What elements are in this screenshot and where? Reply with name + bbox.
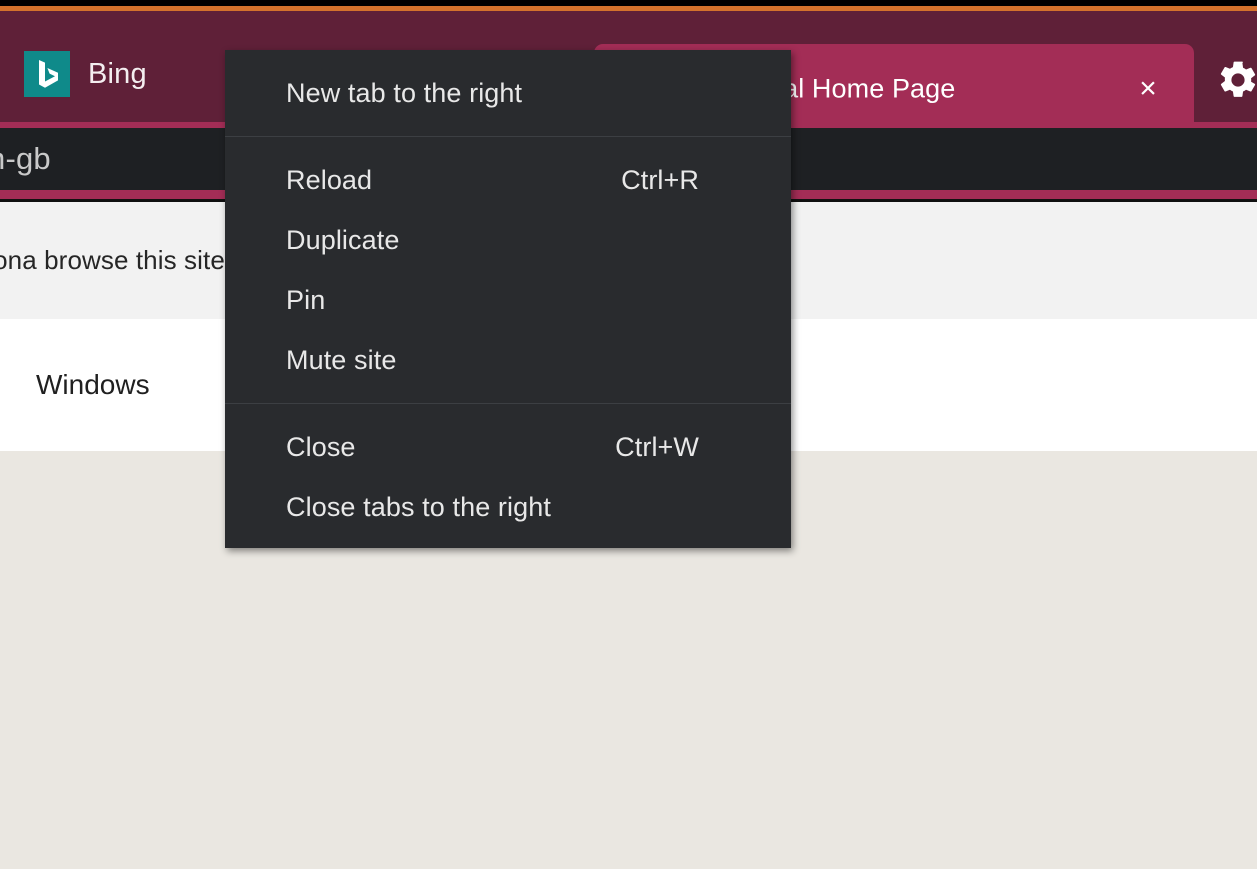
menu-item-label: Close [286,431,356,462]
menu-item-duplicate[interactable]: Duplicate [225,210,791,270]
menu-item-close-tabs-to-the-right[interactable]: Close tabs to the right [225,477,791,537]
context-menu-group: Reload Ctrl+R Duplicate Pin Mute site [225,150,791,390]
menu-item-label: Close tabs to the right [286,491,551,522]
menu-item-accel: Ctrl+R [621,164,699,195]
menu-item-mute-site[interactable]: Mute site [225,330,791,390]
context-menu-group: Close Ctrl+W Close tabs to the right [225,417,791,537]
tab-context-menu[interactable]: New tab to the right Reload Ctrl+R Dupli… [225,50,791,548]
menu-item-label: Pin [286,284,326,315]
bing-logo-icon [24,51,70,97]
close-icon[interactable]: × [1128,69,1168,109]
screen: nalytics, persona browse this site, you … [0,0,1257,869]
menu-item-label: Duplicate [286,224,400,255]
bing-brand-label: Bing [88,57,147,90]
menu-item-label: Mute site [286,344,397,375]
menu-item-label: Reload [286,164,373,195]
menu-item-close[interactable]: Close Ctrl+W [225,417,791,477]
menu-item-label: New tab to the right [286,77,523,108]
menu-item-reload[interactable]: Reload Ctrl+R [225,150,791,210]
menu-item-pin[interactable]: Pin [225,270,791,330]
gear-icon[interactable] [1216,58,1257,102]
context-menu-group: New tab to the right [225,63,791,123]
address-bar-text: n-gb [0,141,51,176]
nav-item-windows[interactable]: Windows [36,369,150,401]
menu-item-accel: Ctrl+W [615,431,699,462]
bing-brand[interactable]: Bing [24,51,147,97]
menu-item-new-tab-to-the-right[interactable]: New tab to the right [225,63,791,123]
